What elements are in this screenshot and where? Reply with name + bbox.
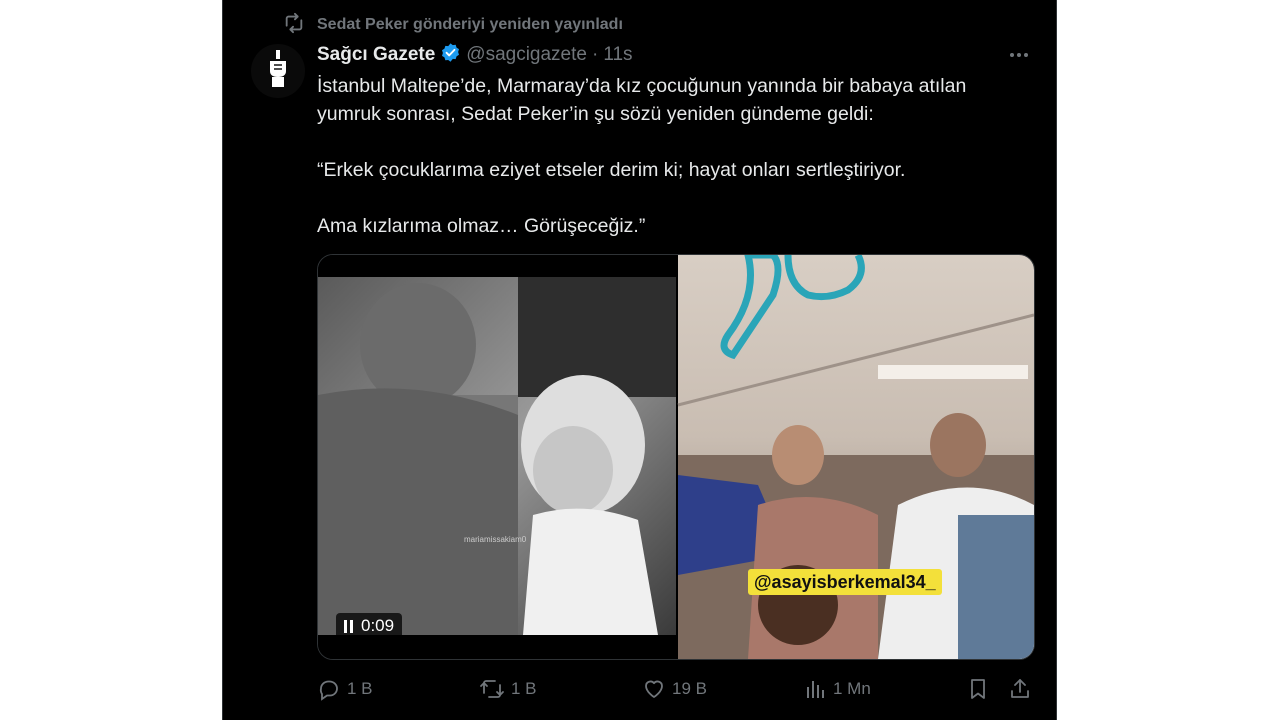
views-button[interactable]: 1 Mn (805, 676, 871, 702)
views-chart-icon (805, 677, 827, 701)
repost-label: Sedat Peker gönderiyi yeniden yayınladı (317, 16, 623, 33)
left-video-watermark: mariamissakiam0 (464, 535, 527, 544)
like-count: 19 B (672, 679, 707, 698)
tweet-paragraph: İstanbul Maltepe’de, Marmaray’da kız çoc… (317, 75, 967, 125)
tweet-panel: Sedat Peker gönderiyi yeniden yayınladı … (222, 0, 1057, 720)
bookmark-button[interactable] (967, 676, 989, 702)
share-icon (1009, 677, 1031, 701)
share-button[interactable] (1009, 676, 1031, 702)
repost-context[interactable]: Sedat Peker gönderiyi yeniden yayınladı (283, 12, 623, 38)
tweet-video[interactable]: mariamissakiam0 @asayisberkemal34_ 0:09 (317, 254, 1035, 660)
fist-logo-icon (270, 50, 286, 87)
reply-button[interactable]: 1 B (317, 676, 373, 702)
repost-count: 1 B (511, 679, 537, 698)
repost-button[interactable]: 1 B (479, 676, 537, 702)
bookmark-icon (967, 677, 989, 701)
views-count: 1 Mn (833, 679, 871, 698)
tweet-actions: 1 B 1 B 19 B 1 Mn (317, 676, 1033, 702)
video-thumbnail (318, 255, 1034, 659)
tweet-text: İstanbul Maltepe’de, Marmaray’da kız çoc… (317, 72, 1032, 240)
tweet-timestamp[interactable]: 11s (603, 44, 632, 66)
reply-count: 1 B (347, 679, 373, 698)
author-handle[interactable]: @sagcigazete (466, 44, 587, 66)
reply-icon (317, 677, 341, 701)
more-options-icon[interactable] (1008, 44, 1030, 66)
heart-icon (642, 677, 666, 701)
video-time: 0:09 (361, 616, 395, 635)
like-button[interactable]: 19 B (642, 676, 707, 702)
verified-badge-icon[interactable] (440, 42, 461, 69)
avatar[interactable] (251, 44, 305, 98)
author-name[interactable]: Sağcı Gazete (317, 44, 435, 66)
right-video-watermark: @asayisberkemal34_ (748, 569, 942, 595)
tweet-paragraph: “Erkek çocuklarıma eziyet etseler derim … (317, 159, 906, 181)
video-playback-control[interactable]: 0:09 (336, 613, 403, 639)
pause-icon[interactable] (344, 619, 353, 633)
tweet-paragraph: Ama kızlarıma olmaz… Görüşeceğiz.” (317, 215, 646, 237)
separator-dot: · (591, 44, 599, 65)
repost-icon (283, 12, 305, 39)
tweet-header: Sağcı Gazete @sagcigazete · 11s (317, 42, 633, 68)
repost-icon (479, 677, 505, 701)
